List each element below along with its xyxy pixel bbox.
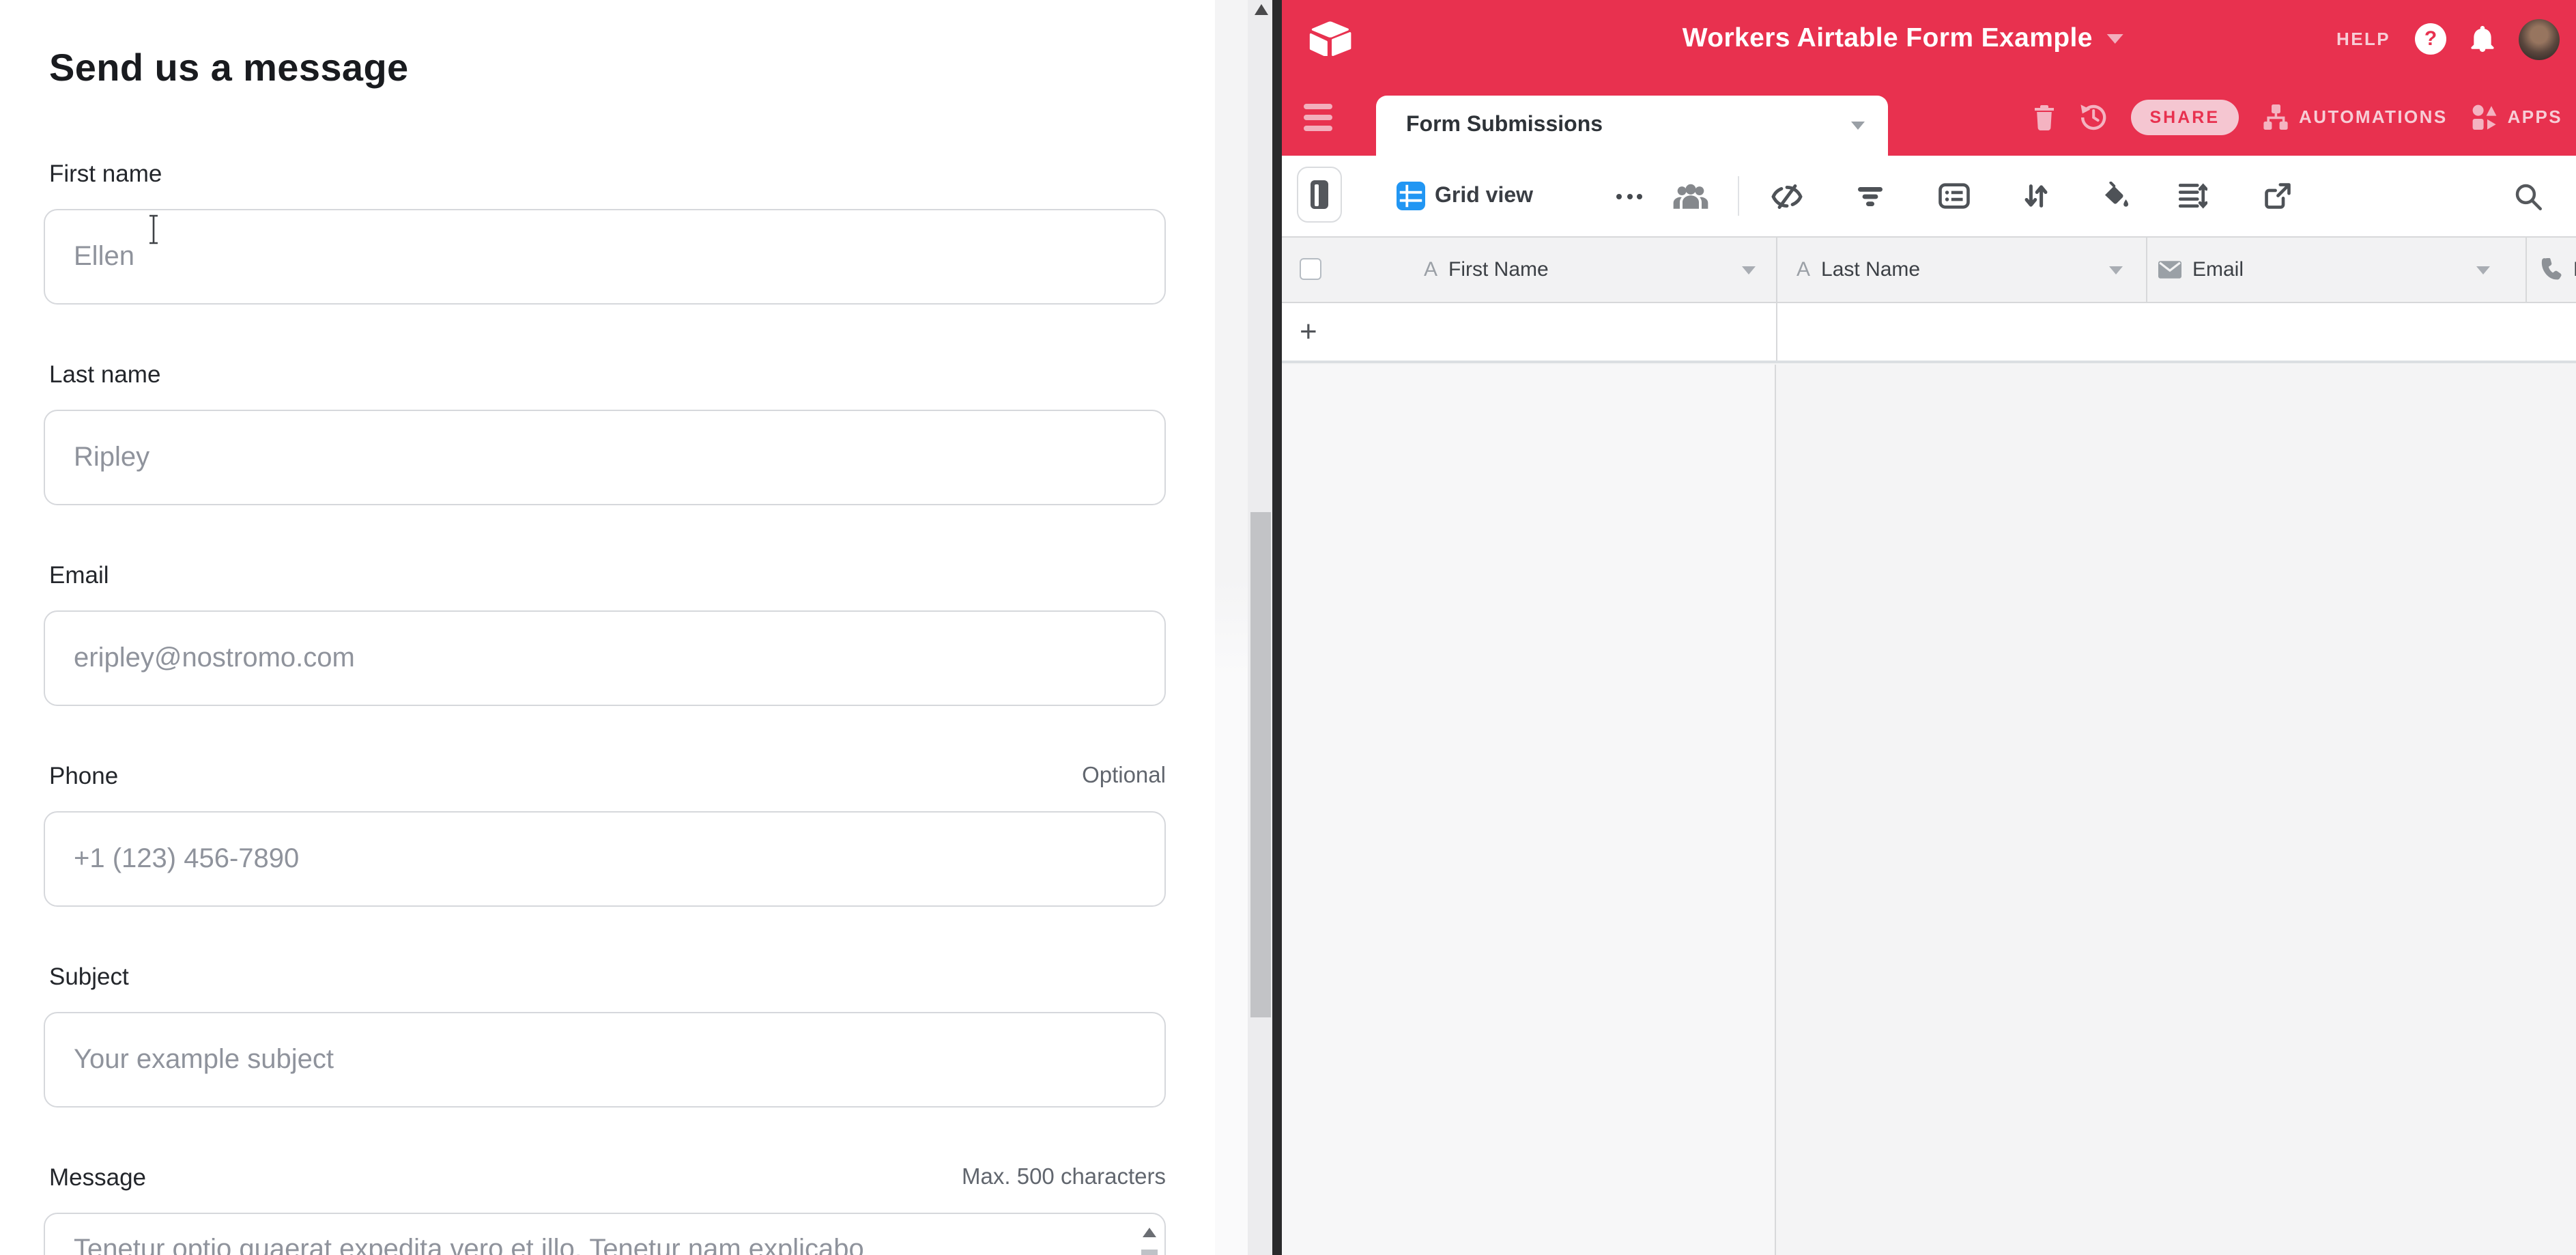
form-heading: Send us a message (49, 46, 409, 90)
page-gutter (1215, 0, 1248, 1255)
message-placeholder-text: Tenetur optio quaerat expedita vero et i… (74, 1235, 1124, 1255)
share-button[interactable]: SHARE (2131, 99, 2239, 135)
search-icon[interactable] (2515, 156, 2542, 236)
textarea-scrollbar-thumb[interactable] (1141, 1250, 1158, 1255)
contact-form-pane: Send us a message First name Last name E… (0, 0, 1272, 1255)
view-name-button[interactable]: Grid view (1435, 156, 1533, 236)
subject-input[interactable] (44, 1012, 1166, 1108)
table-tab-caret-icon[interactable] (1851, 122, 1865, 130)
column-divider[interactable] (2146, 238, 2147, 302)
sidebar-menu-icon[interactable] (1304, 104, 1332, 130)
view-sidebar-toggle-button[interactable] (1297, 167, 1342, 223)
column-menu-caret-icon[interactable] (1742, 266, 1756, 274)
message-label: Message (49, 1164, 146, 1192)
select-all-checkbox[interactable] (1300, 258, 1321, 280)
subject-label: Subject (49, 963, 129, 991)
grid-empty-canvas (1282, 364, 2576, 1255)
hide-fields-button[interactable] (1771, 156, 1803, 236)
help-button[interactable]: HELP (2336, 29, 2390, 49)
airtable-pane: Workers Airtable Form Example HELP ? For… (1282, 0, 2576, 1255)
toolbar-divider (1738, 176, 1739, 216)
base-title[interactable]: Workers Airtable Form Example (1683, 23, 2093, 55)
message-textarea[interactable]: Tenetur optio quaerat expedita vero et i… (44, 1213, 1166, 1255)
column-header-email[interactable]: Email (2158, 238, 2244, 302)
airtable-logo-icon[interactable] (1309, 20, 1351, 56)
column-header-last-name[interactable]: A Last Name (1797, 238, 1920, 302)
row-height-button[interactable] (2179, 156, 2207, 236)
column-divider[interactable] (2525, 238, 2527, 302)
table-tab-label: Form Submissions (1406, 113, 1603, 138)
help-question-icon[interactable]: ? (2415, 23, 2446, 55)
base-title-wrap[interactable]: Workers Airtable Form Example (1683, 0, 2123, 78)
collaborators-icon[interactable] (1672, 183, 1709, 210)
trash-icon[interactable] (2033, 103, 2056, 130)
column-divider (1776, 303, 1777, 361)
email-label: Email (49, 561, 109, 590)
sidebar-toggle-icon (1311, 180, 1328, 209)
view-toolbar: Grid view (1282, 156, 2576, 236)
user-avatar[interactable] (2519, 18, 2560, 59)
email-input[interactable] (44, 610, 1166, 706)
column-header-phone[interactable]: Phone (2539, 238, 2576, 302)
phone-optional-note: Optional (1082, 763, 1166, 789)
tab-form-submissions[interactable]: Form Submissions (1376, 96, 1888, 156)
page-scroll-up-arrow-icon[interactable] (1255, 4, 1268, 15)
phone-label: Phone (49, 762, 118, 791)
text-field-type-icon: A (1424, 258, 1437, 281)
column-menu-caret-icon[interactable] (2476, 266, 2490, 274)
add-row-row[interactable]: + (1282, 303, 2576, 363)
automations-button[interactable]: AUTOMATIONS (2262, 103, 2448, 130)
automations-label: AUTOMATIONS (2299, 107, 2448, 127)
window-divider (1272, 0, 1282, 1255)
apps-label: APPS (2508, 107, 2562, 127)
grid-view-icon[interactable] (1397, 182, 1425, 210)
group-button[interactable] (1938, 156, 1970, 236)
color-button[interactable] (2101, 156, 2130, 236)
column-menu-caret-icon[interactable] (2109, 266, 2123, 274)
apps-button[interactable]: APPS (2471, 103, 2562, 130)
sort-button[interactable] (2023, 156, 2049, 236)
add-row-plus-button[interactable]: + (1300, 303, 1317, 361)
share-view-button[interactable] (2265, 156, 2291, 236)
airtable-topbar: Workers Airtable Form Example HELP ? (1282, 0, 2576, 78)
phone-field-type-icon (2539, 258, 2562, 281)
email-field-type-icon (2158, 261, 2181, 279)
frozen-column-area (1282, 364, 1776, 1255)
view-options-ellipsis-icon[interactable] (1616, 156, 1642, 236)
filter-button[interactable] (1857, 156, 1884, 236)
base-title-caret-icon[interactable] (2106, 34, 2123, 44)
automations-icon (2262, 103, 2289, 130)
column-divider[interactable] (1776, 238, 1777, 302)
text-cursor-icon (147, 214, 160, 244)
message-maxchars-note: Max. 500 characters (962, 1165, 1166, 1191)
last-name-label: Last name (49, 361, 160, 389)
first-name-label: First name (49, 160, 162, 188)
column-header-first-name[interactable]: A First Name (1424, 238, 1549, 302)
scroll-up-arrow-icon[interactable] (1143, 1228, 1156, 1237)
apps-icon (2471, 103, 2498, 130)
history-icon[interactable] (2079, 102, 2108, 131)
text-field-type-icon: A (1797, 258, 1810, 281)
first-name-input[interactable] (44, 209, 1166, 305)
page-scrollbar-thumb[interactable] (1250, 512, 1270, 1017)
grid-header-row: A First Name A Last Name Email (1282, 236, 2576, 303)
screen: Send us a message First name Last name E… (0, 0, 2576, 1255)
textarea-scrollbar[interactable] (1140, 1219, 1159, 1255)
notifications-bell-icon[interactable] (2471, 26, 2494, 52)
phone-input[interactable] (44, 811, 1166, 907)
last-name-input[interactable] (44, 410, 1166, 505)
